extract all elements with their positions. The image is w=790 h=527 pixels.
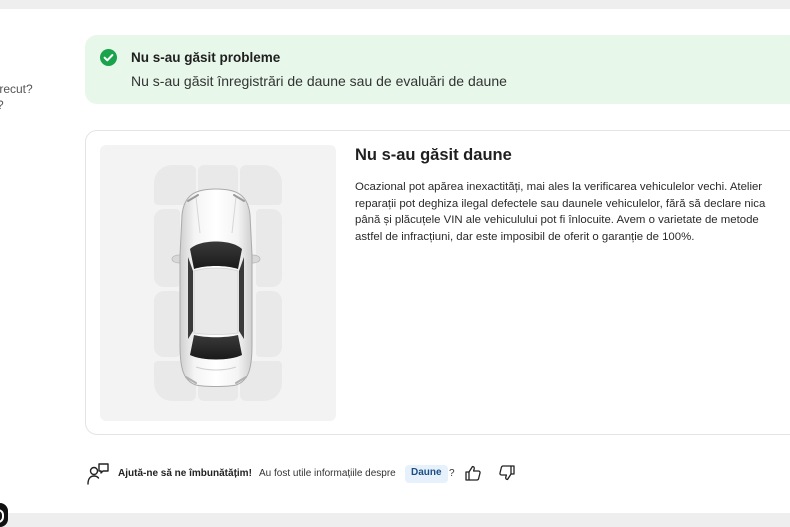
sidebar-fragment-line-1: trecut? (0, 82, 33, 96)
description-line: reparații pot deghiza ilegal defectele s… (355, 197, 766, 210)
topic-badge: Daune (405, 465, 448, 483)
feedback-person-icon (87, 463, 109, 485)
description-line: până și plăcuțele VIN ale vehiculului po… (355, 214, 759, 226)
feedback-prompt: Ajută-ne să ne îmbunătățim! (118, 468, 252, 479)
thumbs-down-icon[interactable] (498, 464, 516, 482)
car-top-view-image (171, 188, 261, 387)
feedback-bar: Ajută-ne să ne îmbunătățim! Au fost util… (86, 460, 546, 488)
damage-description: Ocazional pot apărea inexactități, mai a… (355, 179, 790, 245)
damage-heading: Nu s-au găsit daune (355, 146, 512, 164)
alert-subtitle: Nu s-au găsit înregistrări de daune sau … (131, 73, 507, 89)
no-problems-alert: Nu s-au găsit probleme Nu s-au găsit înr… (85, 35, 790, 104)
question-mark: ? (449, 468, 455, 479)
sidebar-fragment-line-2: ? (0, 97, 33, 113)
damage-report-card: Nu s-au găsit daune Ocazional pot apărea… (85, 130, 790, 435)
check-circle-icon (100, 49, 117, 66)
description-line: astfel de infracțiuni, dar este imposibi… (355, 230, 695, 243)
description-line: Ocazional pot apărea inexactități, mai a… (355, 181, 763, 193)
alert-title: Nu s-au găsit probleme (131, 50, 281, 65)
feedback-question: Au fost utile informațiile despre (259, 468, 396, 479)
sidebar-text-fragment: trecut? ? (0, 81, 33, 113)
bottom-divider (0, 513, 790, 527)
thumbs-up-icon[interactable] (464, 464, 482, 482)
car-damage-diagram (100, 145, 336, 421)
top-divider (0, 0, 790, 9)
